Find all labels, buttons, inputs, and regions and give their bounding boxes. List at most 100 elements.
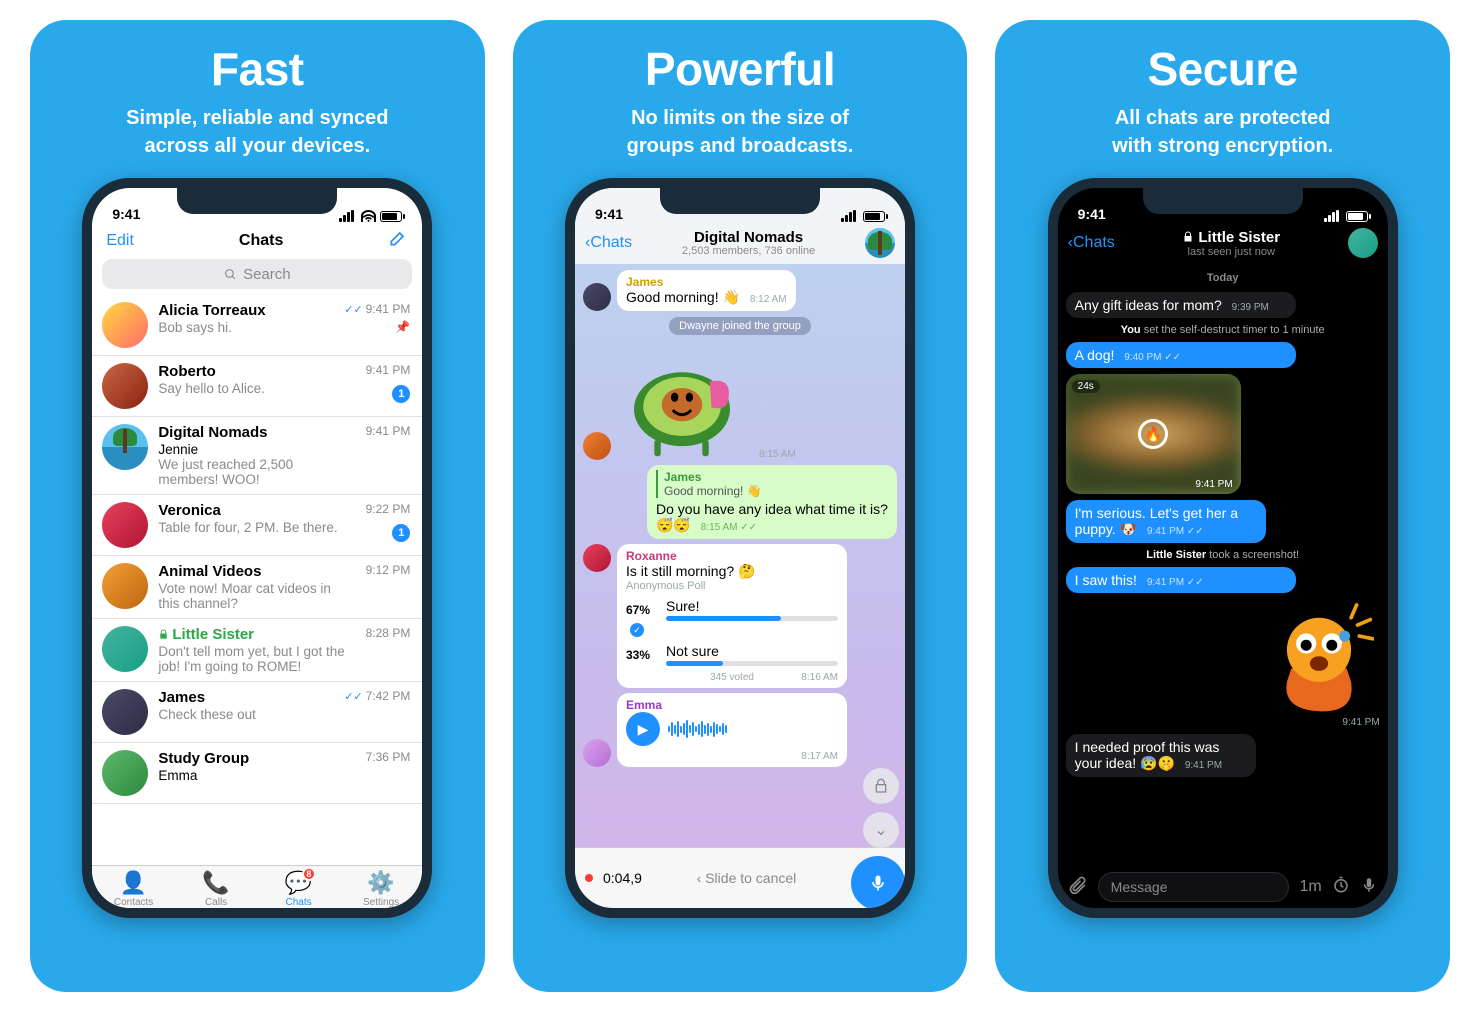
- chat-row[interactable]: Little Sister Don't tell mom yet, but I …: [92, 619, 422, 682]
- system-message: Little Sister took a screenshot!: [1066, 549, 1380, 561]
- tab-contacts[interactable]: 👤Contacts: [92, 870, 175, 908]
- card-subtitle: Simple, reliable and synced across all y…: [106, 104, 408, 160]
- message-row: A dog! 9:40 PM ✓✓: [1066, 342, 1380, 368]
- status-indicators: [1324, 210, 1368, 222]
- sticker-row: 9:41 PM: [1264, 599, 1380, 728]
- chat-name: Digital Nomads: [158, 424, 267, 441]
- chat-title-block[interactable]: Little Sister last seen just now: [1121, 229, 1342, 258]
- lock-record-button[interactable]: [863, 768, 899, 804]
- poll-votes: 345 voted: [710, 672, 754, 683]
- status-time: 9:41: [112, 206, 140, 222]
- nav-bar: ‹ Chats Digital Nomads 2,503 members, 73…: [575, 224, 905, 264]
- slide-to-cancel[interactable]: ‹ Slide to cancel: [652, 870, 841, 886]
- message-bubble[interactable]: I'm serious. Let's get her a puppy. 🐶 9:…: [1066, 500, 1266, 543]
- edit-button[interactable]: Edit: [106, 232, 134, 250]
- avatar: [102, 363, 148, 409]
- chat-name: Alicia Torreaux: [158, 302, 265, 319]
- back-button[interactable]: ‹ Chats: [1068, 234, 1115, 252]
- message-list[interactable]: James Good morning! 👋 8:12 AM Dwayne joi…: [575, 264, 905, 847]
- mic-button[interactable]: [1360, 876, 1378, 899]
- chat-title: Digital Nomads: [638, 229, 859, 246]
- lock-icon: [1182, 231, 1194, 243]
- phone-notch: [177, 188, 337, 214]
- message-input[interactable]: Message: [1098, 872, 1290, 902]
- message-text: I saw this!: [1075, 572, 1137, 588]
- message-bubble[interactable]: Any gift ideas for mom? 9:39 PM: [1066, 292, 1296, 318]
- message-time: 9:41 PM: [1195, 479, 1232, 490]
- chat-preview: Emma: [158, 768, 355, 783]
- chat-row[interactable]: Animal Videos Vote now! Moar cat videos …: [92, 556, 422, 619]
- mic-button[interactable]: [851, 856, 905, 908]
- chat-preview: Don't tell mom yet, but I got the job! I…: [158, 644, 355, 674]
- message-time: 9:41 PM ✓✓: [1147, 526, 1204, 537]
- search-field[interactable]: Search: [102, 259, 412, 289]
- avatar: [102, 502, 148, 548]
- timer-button[interactable]: [1332, 876, 1350, 899]
- chat-row[interactable]: Veronica Table for four, 2 PM. Be there.…: [92, 495, 422, 556]
- message-time: 9:39 PM: [1232, 302, 1269, 313]
- screen-chats: 9:41 Edit Chats Search: [92, 188, 422, 908]
- message-row: James Good morning! 👋 Do you have any id…: [583, 465, 897, 539]
- tab-calls[interactable]: 📞Calls: [175, 870, 258, 908]
- poll-bubble[interactable]: Roxanne Is it still morning? 🤔 Anonymous…: [617, 544, 847, 688]
- attach-button[interactable]: [1068, 875, 1088, 900]
- chat-row[interactable]: Study Group Emma 7:36 PM: [92, 743, 422, 804]
- chat-time: ✓✓9:41 PM: [344, 302, 410, 316]
- chat-row[interactable]: Roberto Say hello to Alice. 9:41 PM 1: [92, 356, 422, 417]
- message-bubble[interactable]: I saw this! 9:41 PM ✓✓: [1066, 567, 1296, 593]
- message-time: 8:15 AM: [759, 449, 796, 460]
- chat-row[interactable]: Alicia Torreaux Bob says hi. ✓✓9:41 PM 📌: [92, 295, 422, 356]
- sticker-egg: [1264, 599, 1374, 719]
- message-time: 8:16 AM: [754, 672, 838, 683]
- contact-avatar[interactable]: [1348, 228, 1378, 258]
- disappearing-photo[interactable]: 24s 🔥 9:41 PM: [1066, 374, 1241, 494]
- chat-name: Study Group: [158, 750, 249, 767]
- scroll-down-button[interactable]: ⌄: [863, 812, 899, 848]
- message-text: Do you have any idea what time it is? 😴😴: [656, 501, 888, 533]
- message-list[interactable]: Today Any gift ideas for mom? 9:39 PM Yo…: [1058, 264, 1388, 866]
- phone-frame: 9:41 Edit Chats Search: [82, 178, 432, 918]
- voted-check-icon: ✓: [630, 623, 644, 637]
- record-duration: 0:04,9: [603, 870, 642, 886]
- tab-bar: 👤Contacts 📞Calls 💬8Chats ⚙️Settings: [92, 865, 422, 908]
- sender-name: Roxanne: [626, 549, 838, 563]
- message-bubble[interactable]: James Good morning! 👋 Do you have any id…: [647, 465, 897, 539]
- chat-row[interactable]: Digital Nomads JennieWe just reached 2,5…: [92, 417, 422, 495]
- waveform[interactable]: [668, 719, 838, 739]
- chat-subtitle: last seen just now: [1121, 246, 1342, 258]
- tab-chats[interactable]: 💬8Chats: [257, 870, 340, 908]
- message-bubble[interactable]: A dog! 9:40 PM ✓✓: [1066, 342, 1296, 368]
- phone-frame: 9:41 ‹ Chats Little Sister last seen jus…: [1048, 178, 1398, 918]
- chat-list[interactable]: Alicia Torreaux Bob says hi. ✓✓9:41 PM 📌…: [92, 295, 422, 865]
- compose-button[interactable]: [388, 228, 408, 253]
- message-bubble[interactable]: I needed proof this was your idea! 😰🤫 9:…: [1066, 734, 1256, 777]
- chat-time: 7:36 PM: [366, 750, 411, 764]
- sender-name: Emma: [626, 698, 838, 712]
- message-row: I saw this! 9:41 PM ✓✓: [1066, 567, 1380, 593]
- tab-settings[interactable]: ⚙️Settings: [340, 870, 423, 908]
- card-subtitle: No limits on the size of groups and broa…: [607, 104, 874, 160]
- chat-time: 9:12 PM: [366, 563, 411, 577]
- poll-option[interactable]: 33% Not sure: [626, 643, 838, 666]
- chat-row[interactable]: James Check these out ✓✓7:42 PM: [92, 682, 422, 743]
- back-button[interactable]: ‹ Chats: [585, 234, 632, 252]
- phone-notch: [660, 188, 820, 214]
- sender-name: James: [626, 275, 787, 289]
- message-row: I needed proof this was your idea! 😰🤫 9:…: [1066, 734, 1380, 777]
- poll-option[interactable]: 67% Sure!: [626, 598, 838, 621]
- message-row: Roxanne Is it still morning? 🤔 Anonymous…: [583, 544, 897, 688]
- chat-preview: Say hello to Alice.: [158, 381, 355, 396]
- message-time: 9:41 PM ✓✓: [1147, 577, 1204, 588]
- voice-message-bubble[interactable]: Emma ▶ 8:17 AM: [617, 693, 847, 767]
- chat-preview: Check these out: [158, 707, 334, 722]
- screen-secret-chat: 9:41 ‹ Chats Little Sister last seen jus…: [1058, 188, 1388, 908]
- avatar: [102, 563, 148, 609]
- battery-icon: [1346, 211, 1368, 222]
- card-subtitle: All chats are protected with strong encr…: [1092, 104, 1353, 160]
- message-bubble[interactable]: James Good morning! 👋 8:12 AM: [617, 270, 796, 311]
- play-button[interactable]: ▶: [626, 712, 660, 746]
- wifi-icon: [361, 210, 376, 222]
- group-avatar[interactable]: [865, 228, 895, 258]
- system-message: Dwayne joined the group: [669, 317, 811, 335]
- chat-title-block[interactable]: Digital Nomads 2,503 members, 736 online: [638, 229, 859, 257]
